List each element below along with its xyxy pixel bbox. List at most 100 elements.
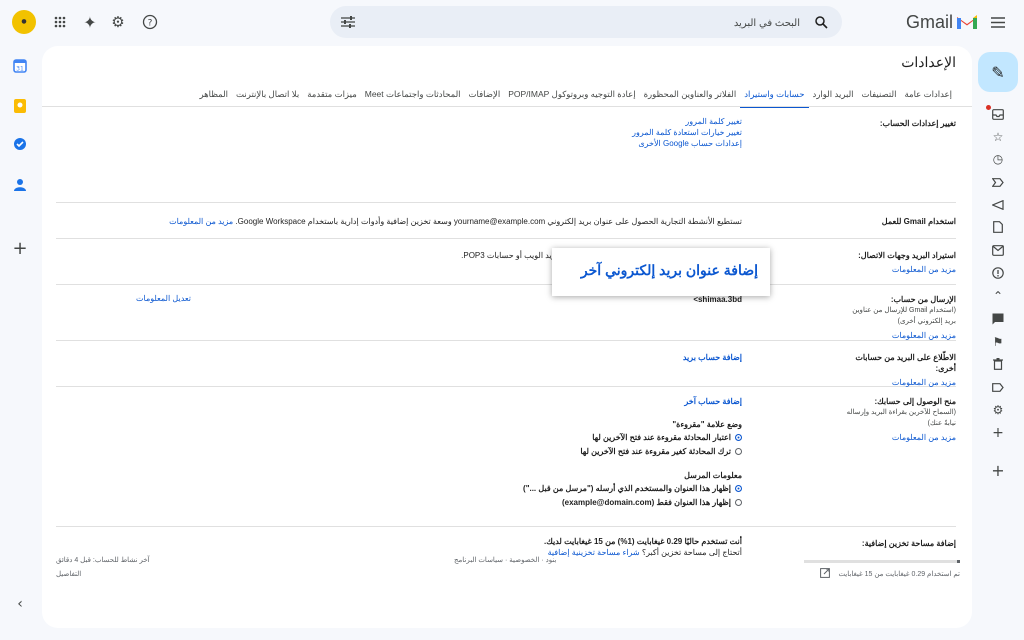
tabs-divider: [42, 106, 972, 107]
avatar[interactable]: ●: [12, 10, 36, 34]
search-bar[interactable]: [330, 6, 842, 38]
tab-advanced[interactable]: ميزات متقدمة: [303, 88, 361, 106]
apps-icon[interactable]: [48, 10, 72, 34]
row-check-mail: الاطّلاع على البريد من حسابات أخرى: مزيد…: [56, 340, 956, 387]
grant-access-learn-more[interactable]: مزيد من المعلومات: [846, 432, 956, 443]
storage-content: أنت تستخدم حاليًا 0.29 غيغابايت (1%) من …: [544, 536, 742, 558]
radio-selected[interactable]: [735, 433, 742, 441]
gemini-icon[interactable]: ✦: [78, 10, 102, 34]
storage-need-more: أتحتاج إلى مساحة تخزين أكبر؟: [641, 548, 742, 557]
more-icon[interactable]: ⌃: [987, 285, 1009, 307]
svg-text:?: ?: [148, 19, 153, 29]
gmail-work-label: استخدام Gmail للعمل: [881, 217, 956, 226]
open-in-new-icon[interactable]: [818, 566, 832, 580]
contacts-icon[interactable]: [8, 172, 32, 196]
tab-offline[interactable]: بلا اتصال بالإنترنت: [232, 88, 303, 106]
footer-links[interactable]: بنود · الخصوصية · سياسات البرنامج: [454, 556, 556, 564]
add-icon[interactable]: +: [987, 459, 1009, 481]
radio-unselected[interactable]: [735, 447, 742, 455]
label-star-icon[interactable]: ⚑: [987, 331, 1009, 353]
tab-themes[interactable]: المظاهر: [195, 88, 232, 106]
gear-icon[interactable]: ⚙: [106, 10, 130, 34]
change-password-link[interactable]: تغيير كلمة المرور: [632, 116, 742, 127]
label-icon[interactable]: [987, 376, 1009, 398]
mark-read-title: وضع علامة "مقروءة": [672, 420, 742, 429]
svg-text:31: 31: [16, 66, 24, 73]
spam-icon[interactable]: [987, 262, 1009, 284]
sender-option-1[interactable]: إظهار هذا العنوان والمستخدم الذي أرسله (…: [523, 481, 742, 495]
menu-icon[interactable]: [988, 12, 1008, 32]
keep-icon[interactable]: [8, 94, 32, 118]
tune-icon[interactable]: [338, 12, 358, 32]
tab-accounts-import[interactable]: حسابات واستيراد: [740, 88, 809, 108]
gmail-work-learn-more[interactable]: مزيد من المعلومات: [169, 217, 233, 226]
chat-icon[interactable]: [987, 308, 1009, 330]
tab-labels[interactable]: التصنيفات: [858, 88, 901, 106]
google-account-settings-link[interactable]: إعدادات حساب Google الأخرى: [632, 138, 742, 149]
manage-labels-icon[interactable]: ⚙: [987, 399, 1009, 421]
tab-addons[interactable]: الإضافات: [465, 88, 505, 106]
row-change-account: تغيير إعدادات الحساب: تغيير كلمة المرور …: [56, 108, 956, 203]
gmail-logo-icon: [956, 13, 978, 31]
mark-read-option-2[interactable]: ترك المحادثة كغير مقروءة عند فتح الآخرين…: [523, 444, 742, 458]
last-activity: آخر نشاط للحساب: قبل 4 دقائق: [56, 557, 150, 564]
storage-label: إضافة مساحة تخزين إضافية:: [861, 539, 956, 548]
change-recovery-link[interactable]: تغيير خيارات استعادة كلمة المرور: [632, 127, 742, 138]
add-email-tooltip: إضافة عنوان بريد إلكتروني آخر: [552, 248, 770, 296]
important-icon[interactable]: [987, 171, 1009, 193]
search-input[interactable]: [398, 12, 802, 34]
gmail-work-content: تستطيع الأنشطة التجارية الحصول على عنوان…: [169, 216, 742, 227]
row-grant-access: منح الوصول إلى حسابك: (السماح للآخرين بق…: [56, 386, 956, 527]
storage-usage-text: تم استخدام 0.29 غيغابايت من 15 غيغابايت: [838, 571, 960, 578]
tab-forwarding[interactable]: إعادة التوجيه وبروتوكول POP/IMAP: [504, 88, 639, 106]
clock-icon[interactable]: ◷: [987, 148, 1009, 170]
star-icon[interactable]: ☆: [987, 126, 1009, 148]
send-as-label: الإرسال من حساب:: [890, 295, 956, 304]
tab-general[interactable]: إعدادات عامة: [900, 88, 956, 106]
search-icon[interactable]: [812, 13, 830, 31]
send-as-label-block: الإرسال من حساب: (استخدام Gmail للإرسال …: [846, 294, 956, 341]
sent-icon[interactable]: [987, 194, 1009, 216]
compose-button[interactable]: ✎: [978, 52, 1018, 92]
row-gmail-work: استخدام Gmail للعمل تستطيع الأنشطة التجا…: [56, 202, 956, 239]
add-mail-account-link[interactable]: إضافة حساب بريد: [683, 352, 742, 363]
storage-usage-fill: [956, 560, 960, 563]
radio-unselected[interactable]: [735, 498, 742, 506]
activity-details-link[interactable]: التفاصيل: [56, 570, 81, 578]
help-icon[interactable]: ?: [138, 10, 162, 34]
row-import: استيراد البريد وجهات الاتصال: مزيد من ال…: [56, 238, 956, 285]
sender-option-2[interactable]: إظهار هذا العنوان فقط (example@domain.co…: [523, 495, 742, 509]
send-as-sub: (استخدام Gmail للإرسال من عناوين بريد إل…: [852, 307, 956, 325]
settings-tabs: إعدادات عامة التصنيفات البريد الوارد حسا…: [195, 88, 956, 108]
mark-read-option-2-label: ترك المحادثة كغير مقروءة عند فتح الآخرين…: [580, 446, 731, 456]
trash-icon[interactable]: [987, 353, 1009, 375]
row-send-as: الإرسال من حساب: (استخدام Gmail للإرسال …: [56, 284, 956, 341]
radio-selected[interactable]: [735, 484, 742, 492]
send-as-edit-link[interactable]: تعديل المعلومات: [136, 294, 191, 303]
tab-inbox[interactable]: البريد الوارد: [809, 88, 858, 106]
tab-filters[interactable]: الفلاتر والعناوين المحظورة: [640, 88, 741, 106]
page-title: الإعدادات: [901, 54, 956, 70]
import-label: استيراد البريد وجهات الاتصال:: [858, 251, 956, 260]
tasks-icon[interactable]: [8, 132, 32, 156]
add-addon-icon[interactable]: +: [8, 236, 32, 260]
pencil-icon: ✎: [991, 62, 1005, 82]
all-mail-icon[interactable]: [987, 239, 1009, 261]
drafts-icon[interactable]: [987, 216, 1009, 238]
gmail-work-text: تستطيع الأنشطة التجارية الحصول على عنوان…: [235, 217, 742, 226]
unread-dot: [986, 105, 991, 110]
calendar-icon[interactable]: 31: [8, 54, 32, 78]
mark-read-option-1[interactable]: اعتبار المحادثة مقروءة عند فتح الآخرين ل…: [523, 430, 742, 444]
check-mail-label-block: الاطّلاع على البريد من حسابات أخرى: مزيد…: [846, 352, 956, 388]
create-label-icon[interactable]: +: [987, 422, 1009, 444]
settings-panel: الإعدادات إعدادات عامة التصنيفات البريد …: [42, 46, 972, 628]
add-another-account-link[interactable]: إضافة حساب آخر: [523, 396, 742, 407]
buy-storage-link[interactable]: شراء مساحة تخزينية إضافية: [548, 548, 640, 557]
grant-access-content: إضافة حساب آخر وضع علامة "مقروءة" اعتبار…: [523, 396, 742, 509]
collapse-panel-icon[interactable]: ‹: [8, 592, 32, 616]
grant-access-label-block: منح الوصول إلى حسابك: (السماح للآخرين بق…: [846, 396, 956, 443]
check-mail-label: الاطّلاع على البريد من حسابات أخرى:: [855, 353, 956, 373]
tab-chat-meet[interactable]: المحادثات واجتماعات Meet: [361, 88, 465, 106]
storage-usage-bar: [804, 560, 960, 563]
import-learn-more[interactable]: مزيد من المعلومات: [846, 264, 956, 275]
